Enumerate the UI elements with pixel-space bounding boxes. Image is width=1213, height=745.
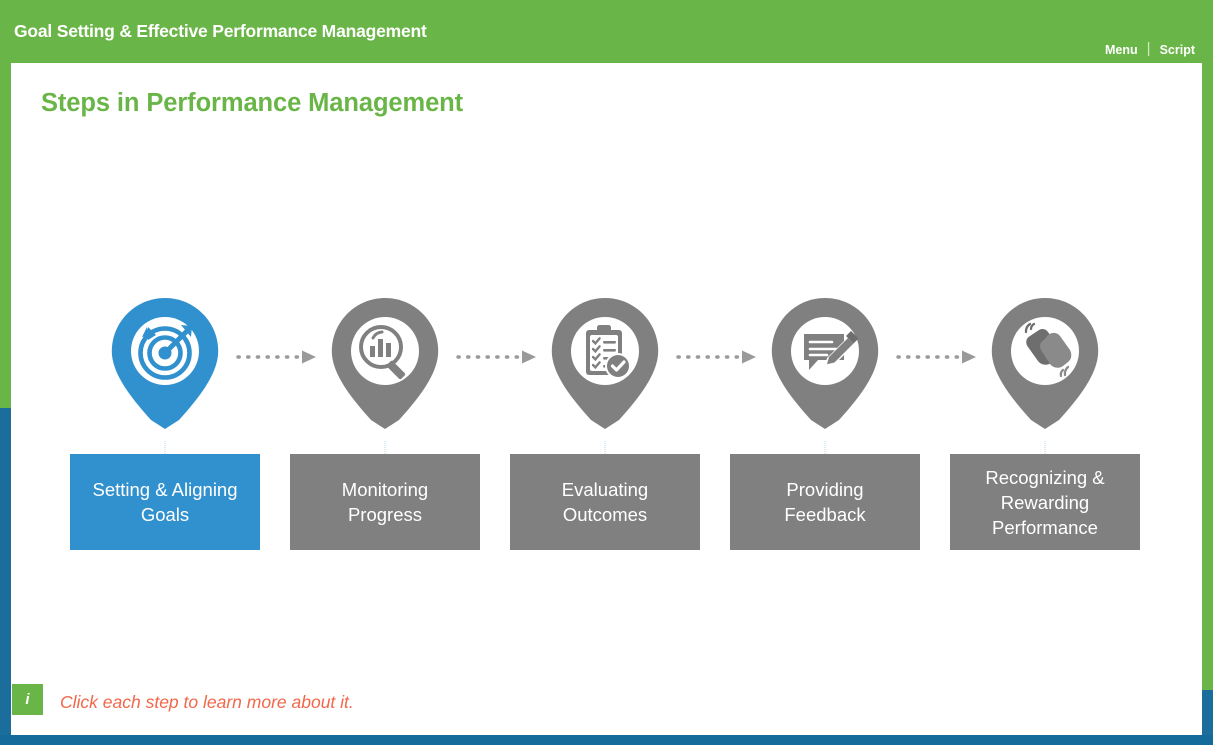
step-label-1-line1: Setting & Aligning — [92, 479, 238, 500]
step-label-3-line1: Evaluating — [561, 479, 649, 500]
slide-root: Goal Setting & Effective Performance Man… — [0, 0, 1213, 745]
step-label-3[interactable]: Evaluating Outcomes — [510, 454, 700, 550]
clapping-hands-icon — [991, 298, 1099, 429]
step-label-5[interactable]: Recognizing & Rewarding Performance — [950, 454, 1140, 550]
step-evaluating-outcomes[interactable]: Evaluating Outcomes — [495, 296, 715, 556]
step-label-5-line3: Performance — [992, 516, 1098, 538]
step-label-2-line2: Progress — [347, 504, 422, 525]
step-label-1[interactable]: Setting & Aligning Goals — [70, 454, 260, 550]
frame-border-bottom — [0, 735, 1213, 745]
step-label-2-line1: Monitoring — [341, 479, 429, 500]
header-nav: Menu | Script — [1105, 40, 1195, 58]
target-bullseye-arrow-icon — [111, 298, 219, 429]
step-providing-feedback[interactable]: Providing Feedback — [715, 296, 935, 556]
pin-marker-1[interactable] — [106, 296, 224, 430]
step-connector-3 — [604, 441, 606, 454]
page-title: Steps in Performance Management — [41, 89, 464, 117]
step-label-5-line2: Rewarding — [1000, 491, 1090, 513]
clipboard-checklist-check-icon — [551, 298, 659, 429]
flow-arrow-1 — [236, 350, 322, 364]
magnifier-bar-chart-icon — [331, 298, 439, 429]
step-connector-1 — [164, 441, 166, 454]
step-label-4-line2: Feedback — [784, 504, 866, 525]
speech-bubble-pencil-icon — [771, 298, 879, 429]
step-label-2[interactable]: Monitoring Progress — [290, 454, 480, 550]
flow-arrow-2 — [456, 350, 542, 364]
step-setting-aligning-goals[interactable]: Setting & Aligning Goals — [55, 296, 275, 556]
step-recognizing-rewarding-performance[interactable]: Recognizing & Rewarding Performance — [935, 296, 1155, 556]
step-label-4-line1: Providing — [786, 479, 864, 500]
pin-marker-5[interactable] — [986, 296, 1104, 430]
script-button[interactable]: Script — [1160, 43, 1195, 57]
instruction-text: Click each step to learn more about it. — [60, 692, 354, 712]
step-connector-2 — [384, 441, 386, 454]
nav-separator: | — [1146, 40, 1151, 57]
steps-container: Setting & Aligning Goals Monitoring Prog… — [0, 296, 1213, 556]
step-label-3-line2: Outcomes — [562, 504, 648, 525]
step-monitoring-progress[interactable]: Monitoring Progress — [275, 296, 495, 556]
menu-button[interactable]: Menu — [1105, 43, 1138, 57]
course-title: Goal Setting & Effective Performance Man… — [14, 21, 427, 41]
app-header: Goal Setting & Effective Performance Man… — [0, 0, 1213, 63]
flow-arrow-4 — [896, 350, 982, 364]
pin-marker-3[interactable] — [546, 296, 664, 430]
step-label-5-line1: Recognizing & — [985, 466, 1105, 488]
step-connector-5 — [1044, 441, 1046, 454]
step-label-1-line2: Goals — [140, 504, 190, 525]
pin-marker-4[interactable] — [766, 296, 884, 430]
flow-arrow-3 — [676, 350, 762, 364]
step-label-4[interactable]: Providing Feedback — [730, 454, 920, 550]
step-connector-4 — [824, 441, 826, 454]
info-icon: i — [12, 684, 43, 715]
pin-marker-2[interactable] — [326, 296, 444, 430]
